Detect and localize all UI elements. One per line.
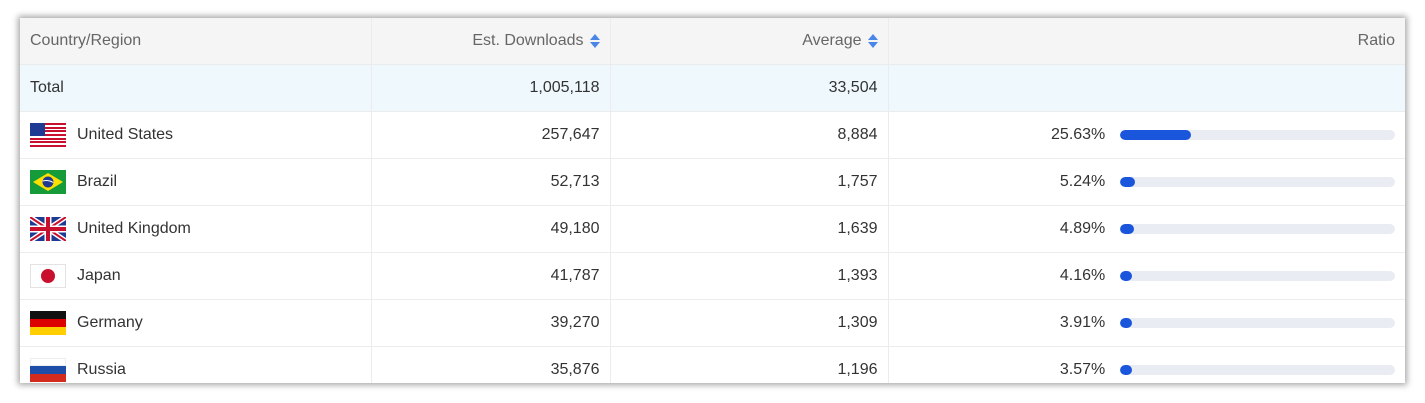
downloads-cell: 257,647 [370, 111, 610, 159]
ratio-bar-fill [1120, 271, 1133, 281]
br-flag-icon [30, 170, 66, 194]
total-row: Total 1,005,118 33,504 [20, 64, 1405, 112]
ratio-bar-fill [1120, 130, 1191, 140]
country-name: United Kingdom [77, 220, 191, 237]
ratio-bar-fill [1120, 365, 1133, 375]
total-ratio [887, 64, 1405, 112]
header-ratio-label: Ratio [1357, 32, 1395, 49]
jp-flag-icon [30, 264, 66, 288]
table-row: United Kingdom 49,180 1,639 4.89% [20, 205, 1405, 253]
country-cell: Russia [20, 346, 371, 383]
ratio-cell: 3.91% [887, 299, 1405, 347]
us-flag-icon [30, 123, 66, 147]
ratio-value: 3.91% [1059, 314, 1106, 331]
country-name: United States [77, 126, 174, 143]
header-average[interactable]: Average [609, 18, 888, 65]
ratio-value: 25.63% [1051, 126, 1106, 143]
average-cell: 1,309 [609, 299, 888, 347]
sort-icon[interactable] [589, 33, 600, 48]
downloads-cell: 49,180 [370, 205, 610, 253]
total-average: 33,504 [609, 64, 888, 112]
header-country: Country/Region [20, 18, 371, 65]
header-country-label: Country/Region [30, 32, 142, 49]
header-downloads[interactable]: Est. Downloads [370, 18, 610, 65]
country-name: Russia [77, 361, 126, 378]
country-cell: United States [20, 111, 371, 159]
ratio-bar-fill [1120, 318, 1133, 328]
ratio-value: 5.24% [1059, 173, 1106, 190]
country-name: Brazil [77, 173, 118, 190]
downloads-cell: 41,787 [370, 252, 610, 300]
sort-icon[interactable] [867, 33, 878, 48]
ratio-cell: 25.63% [887, 111, 1405, 159]
downloads-cell: 35,876 [370, 346, 610, 383]
average-cell: 1,757 [609, 158, 888, 206]
table-row: Russia 35,876 1,196 3.57% [20, 346, 1405, 383]
country-name: Japan [77, 267, 121, 284]
average-cell: 1,393 [609, 252, 888, 300]
ratio-value: 3.57% [1059, 361, 1106, 378]
table-row: Germany 39,270 1,309 3.91% [20, 299, 1405, 347]
table-row: Japan 41,787 1,393 4.16% [20, 252, 1405, 300]
table-row: United States 257,647 8,884 25.63% [20, 111, 1405, 159]
downloads-by-country-card: Country/Region Est. Downloads Average Ra… [20, 18, 1405, 383]
table-row: Brazil 52,713 1,757 5.24% [20, 158, 1405, 206]
country-cell: Germany [20, 299, 371, 347]
country-cell: Brazil [20, 158, 371, 206]
downloads-table: Country/Region Est. Downloads Average Ra… [20, 18, 1405, 383]
downloads-cell: 52,713 [370, 158, 610, 206]
average-cell: 8,884 [609, 111, 888, 159]
ratio-cell: 4.89% [887, 205, 1405, 253]
header-average-label: Average [802, 32, 862, 49]
downloads-cell: 39,270 [370, 299, 610, 347]
ratio-bar-fill [1120, 177, 1135, 187]
average-cell: 1,196 [609, 346, 888, 383]
ratio-value: 4.16% [1059, 267, 1106, 284]
ratio-bar [1120, 318, 1395, 328]
ratio-cell: 3.57% [887, 346, 1405, 383]
ratio-bar [1120, 271, 1395, 281]
total-downloads: 1,005,118 [370, 64, 610, 112]
header-downloads-label: Est. Downloads [472, 32, 584, 49]
table-header-row: Country/Region Est. Downloads Average Ra… [20, 18, 1405, 65]
gb-flag-icon [30, 217, 66, 241]
ratio-bar [1120, 224, 1395, 234]
de-flag-icon [30, 311, 66, 335]
ratio-cell: 4.16% [887, 252, 1405, 300]
country-name: Germany [77, 314, 143, 331]
ratio-bar [1120, 365, 1395, 375]
ratio-cell: 5.24% [887, 158, 1405, 206]
ratio-bar-fill [1120, 224, 1134, 234]
country-cell: Japan [20, 252, 371, 300]
average-cell: 1,639 [609, 205, 888, 253]
ru-flag-icon [30, 358, 66, 382]
ratio-bar [1120, 130, 1395, 140]
ratio-bar [1120, 177, 1395, 187]
ratio-value: 4.89% [1059, 220, 1106, 237]
total-label: Total [20, 64, 371, 112]
header-ratio: Ratio [887, 18, 1405, 65]
country-cell: United Kingdom [20, 205, 371, 253]
